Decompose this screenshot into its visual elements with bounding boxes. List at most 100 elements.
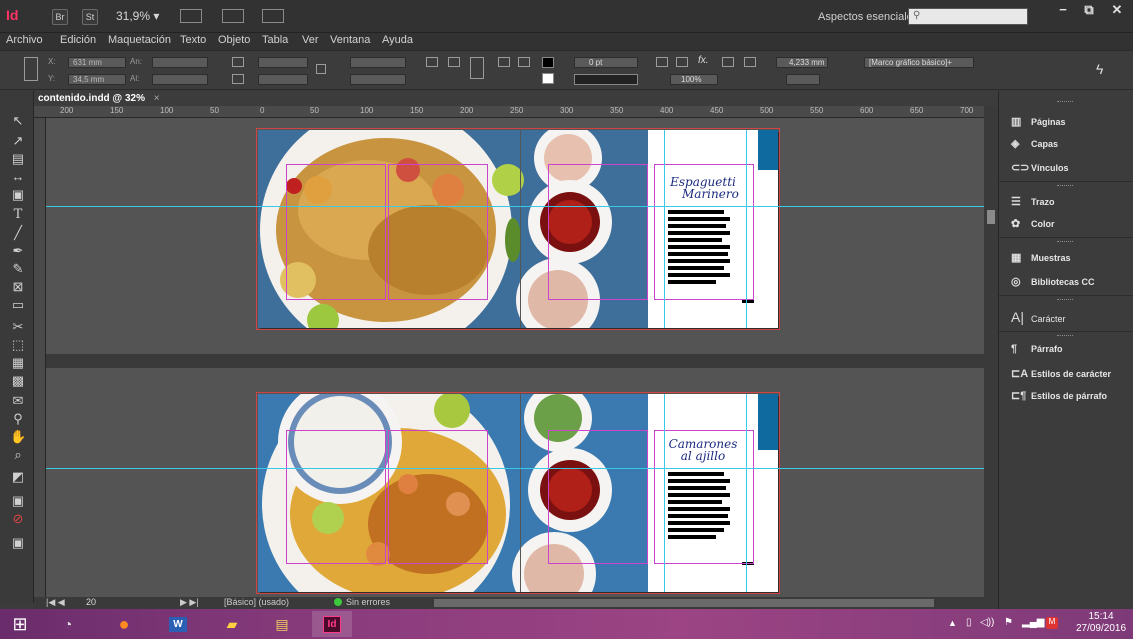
x-position-field[interactable]: 631 mm <box>68 57 126 68</box>
master-page-label[interactable]: [Básico] (usado) <box>224 597 289 607</box>
vertical-ruler[interactable] <box>34 118 46 598</box>
minimize-button[interactable]: − <box>1050 2 1076 22</box>
document-tab[interactable]: contenido.indd @ 32% × <box>38 93 160 104</box>
fill-swatch[interactable] <box>542 57 554 68</box>
signal-icon[interactable]: ▂▄▆ <box>1022 617 1044 628</box>
distribute-icon[interactable] <box>744 57 756 67</box>
panel-grip[interactable] <box>1057 101 1073 103</box>
scale-y-field[interactable] <box>258 74 308 85</box>
panel-grip[interactable] <box>1057 185 1073 187</box>
panel-color[interactable]: ✿ Color <box>1011 217 1055 233</box>
corner-options-dropdown[interactable] <box>786 74 820 85</box>
opacity-field[interactable]: 100% <box>670 74 718 85</box>
restore-button[interactable]: ⧉ <box>1076 2 1102 22</box>
firefox-icon[interactable]: ● <box>104 611 144 637</box>
effects-fx-icon[interactable]: fx. <box>698 55 709 66</box>
select-container-icon[interactable] <box>498 57 510 67</box>
menu-objeto[interactable]: Objeto <box>218 34 250 46</box>
menu-texto[interactable]: Texto <box>180 34 206 46</box>
scale-x-icon[interactable] <box>232 57 244 67</box>
gap-tool-icon[interactable]: ↔ <box>10 169 26 185</box>
arrange-documents-icon[interactable] <box>262 9 284 23</box>
indesign-taskbar-icon[interactable]: Id <box>312 611 352 637</box>
panel-character[interactable]: A| Carácter <box>1011 309 1066 325</box>
panel-paragraph[interactable]: ¶ Párrafo <box>1011 343 1063 359</box>
volume-icon[interactable]: ◁)) <box>980 617 994 628</box>
rotate-cw-icon[interactable] <box>426 57 438 67</box>
pen-tool-icon[interactable]: ✒ <box>10 243 26 259</box>
close-button[interactable]: ✕ <box>1104 2 1130 22</box>
tray-chevron-icon[interactable]: ▲ <box>948 618 957 628</box>
pasteboard[interactable]: Espaguetti Marinero Camarones al ajillo <box>46 118 984 597</box>
zoom-tool-icon[interactable]: ⌕ <box>10 447 26 463</box>
stroke-type-dropdown[interactable] <box>574 74 638 85</box>
app-icon-folder[interactable]: ▰ <box>212 611 252 637</box>
reference-point-icon[interactable] <box>24 57 38 81</box>
fill-stroke-icon[interactable]: ◩ <box>10 469 26 485</box>
panel-layers[interactable]: ◈ Capas <box>1011 137 1058 153</box>
stroke-weight-field[interactable]: 0 pt <box>574 57 638 68</box>
rectangle-tool-icon[interactable]: ▭ <box>10 297 26 313</box>
start-button[interactable]: ⊞ <box>0 611 40 637</box>
panel-grip[interactable] <box>1057 241 1073 243</box>
select-content-icon[interactable] <box>518 57 530 67</box>
panel-swatches[interactable]: ▦ Muestras <box>1011 251 1071 267</box>
apply-none-icon[interactable]: ⊘ <box>10 511 26 527</box>
horizontal-guide[interactable] <box>46 468 984 469</box>
file-explorer-icon[interactable]: ▤ <box>262 611 302 637</box>
hand-tool-icon[interactable]: ✋ <box>10 429 26 445</box>
pencil-tool-icon[interactable]: ✎ <box>10 261 26 277</box>
scale-x-field[interactable] <box>258 57 308 68</box>
preflight-label[interactable]: Sin errores <box>346 597 390 607</box>
menu-archivo[interactable]: Archivo <box>6 34 43 46</box>
note-tool-icon[interactable]: ✉ <box>10 393 26 409</box>
menu-ventana[interactable]: Ventana <box>330 34 370 46</box>
panel-cc-libraries[interactable]: ◎ Bibliotecas CC <box>1011 275 1095 291</box>
gap-field[interactable]: 4,233 mm <box>776 57 828 68</box>
object-style-dropdown[interactable]: [Marco gráfico básico]+ <box>864 57 974 68</box>
fit-content-icon[interactable] <box>676 57 688 67</box>
search-input[interactable]: ⚲ <box>908 8 1028 25</box>
gradient-feather-icon[interactable]: ▩ <box>10 373 26 389</box>
eyedropper-tool-icon[interactable]: ⚲ <box>10 411 26 427</box>
tab-close-icon[interactable]: × <box>154 93 160 104</box>
formatting-affects-icon[interactable]: ▣ <box>10 493 26 509</box>
free-transform-tool-icon[interactable]: ⬚ <box>10 337 26 353</box>
network-flag-icon[interactable]: ⚑ <box>1004 617 1013 628</box>
selection-tool-icon[interactable]: ↖ <box>10 113 26 129</box>
bridge-button[interactable]: Br <box>52 9 68 25</box>
stock-button[interactable]: St <box>82 9 98 25</box>
quick-apply-icon[interactable]: ϟ <box>1096 61 1103 77</box>
scale-y-icon[interactable] <box>232 74 244 84</box>
spread-1[interactable]: Espaguetti Marinero <box>256 128 780 330</box>
app-icon-1[interactable]: ◔ <box>48 611 88 637</box>
horizontal-scroll-thumb[interactable] <box>434 599 934 607</box>
type-tool-icon[interactable]: T <box>10 207 26 223</box>
panel-grip[interactable] <box>1057 299 1073 301</box>
page-tool-icon[interactable]: ▤ <box>10 151 26 167</box>
rectangle-frame-tool-icon[interactable]: ⊠ <box>10 279 26 295</box>
panel-links[interactable]: ⊂⊃ Vínculos <box>1011 161 1069 177</box>
gradient-tool-icon[interactable]: ▦ <box>10 355 26 371</box>
mail-icon[interactable]: M <box>1046 617 1058 629</box>
panel-grip[interactable] <box>1057 335 1073 337</box>
width-field[interactable] <box>152 57 208 68</box>
battery-icon[interactable]: ▯ <box>966 617 972 628</box>
panel-paragraph-styles[interactable]: ⊏¶ Estilos de párrafo <box>1011 389 1107 405</box>
menu-ver[interactable]: Ver <box>302 34 319 46</box>
zoom-dropdown[interactable]: 31,9% ▾ <box>116 9 159 23</box>
rotate-ccw-icon[interactable] <box>448 57 460 67</box>
view-options-icon[interactable] <box>180 9 202 23</box>
screen-mode-icon[interactable]: ▣ <box>10 535 26 551</box>
panel-character-styles[interactable]: ⊏A Estilos de carácter <box>1011 367 1111 383</box>
direct-selection-tool-icon[interactable]: ↗ <box>10 133 26 149</box>
menu-ayuda[interactable]: Ayuda <box>382 34 413 46</box>
spread-2[interactable]: Camarones al ajillo <box>256 392 780 594</box>
vertical-scrollbar[interactable] <box>984 106 998 597</box>
panel-pages[interactable]: ▥ Páginas <box>1011 115 1066 131</box>
y-position-field[interactable]: 34,5 mm <box>68 74 126 85</box>
line-tool-icon[interactable]: ╱ <box>10 225 26 241</box>
stroke-swatch[interactable] <box>542 73 554 84</box>
flip-icon[interactable] <box>470 57 484 79</box>
first-page-icon[interactable]: |◀ ◀ <box>46 597 65 608</box>
